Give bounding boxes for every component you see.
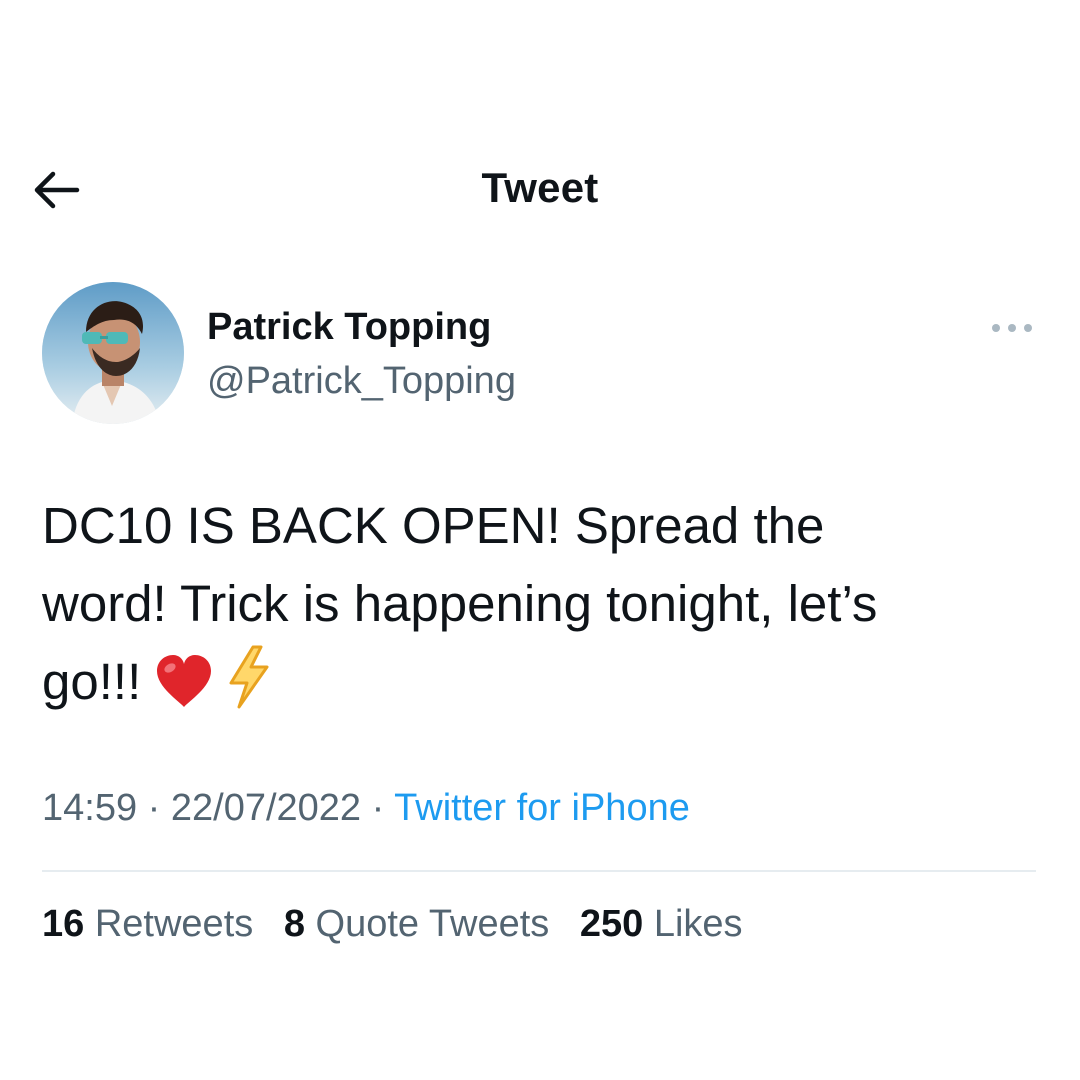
tweet-time: 14:59 (42, 787, 138, 829)
retweets-label: Retweets (94, 903, 254, 945)
ellipsis-icon (992, 324, 1032, 332)
quote-tweets-label: Quote Tweets (315, 903, 550, 945)
quote-tweets-stat[interactable]: 8 Quote Tweets (284, 903, 549, 946)
author-handle[interactable]: @Patrick_Topping (207, 360, 516, 403)
retweets-stat[interactable]: 16 Retweets (42, 903, 253, 946)
avatar-image (42, 282, 184, 424)
lightning-emoji (227, 645, 271, 731)
tweet-meta: 14:59 · 22/07/2022 · Twitter for iPhone (42, 787, 690, 830)
tweet-page: Tweet Patrick Topping @Patrick_Topping D… (0, 0, 1080, 1080)
tweet-source-link[interactable]: Twitter for iPhone (394, 787, 690, 829)
tweet-text: DC10 IS BACK OPEN! Spread the word! Tric… (42, 487, 1042, 731)
retweets-count: 16 (42, 903, 85, 945)
tweet-line-text: go!!! (42, 653, 142, 710)
heart-emoji (153, 653, 215, 731)
tweet-date: 22/07/2022 (170, 787, 362, 829)
tweet-stats: 16 Retweets 8 Quote Tweets 250 Likes (42, 903, 763, 946)
likes-count: 250 (579, 903, 644, 945)
avatar[interactable] (42, 282, 184, 424)
more-options-button[interactable] (984, 310, 1040, 346)
meta-separator: · (137, 787, 171, 829)
quote-tweets-count: 8 (283, 903, 305, 945)
meta-separator: · (361, 787, 395, 829)
author-name[interactable]: Patrick Topping (207, 306, 491, 349)
tweet-line: word! Trick is happening tonight, let’s (42, 575, 878, 632)
tweet-line: go!!! (42, 643, 1042, 731)
divider (42, 870, 1036, 872)
likes-label: Likes (653, 903, 743, 945)
likes-stat[interactable]: 250 Likes (580, 903, 743, 946)
page-title: Tweet (481, 164, 599, 211)
header-bar: Tweet (0, 150, 1080, 230)
tweet-line: DC10 IS BACK OPEN! Spread the (42, 497, 825, 554)
